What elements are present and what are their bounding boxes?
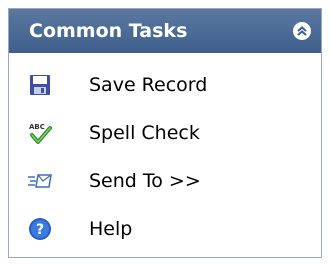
help-link[interactable]: ? Help [9,205,321,253]
help-label: Help [89,218,133,240]
common-tasks-panel: Common Tasks Save Record ABC Spell Check… [8,8,322,258]
svg-text:ABC: ABC [29,123,45,131]
task-list: Save Record ABC Spell Check Send To >> ?… [9,53,321,253]
save-record-label: Save Record [89,74,208,96]
collapse-button[interactable] [293,22,311,40]
floppy-disk-icon [27,72,53,98]
send-to-link[interactable]: Send To >> [9,157,321,205]
spell-check-icon: ABC [27,120,53,146]
svg-text:?: ? [36,222,44,238]
spell-check-label: Spell Check [89,122,200,144]
help-icon: ? [27,216,53,242]
spell-check-link[interactable]: ABC Spell Check [9,109,321,157]
panel-title: Common Tasks [29,20,188,42]
panel-header: Common Tasks [9,9,321,53]
double-chevron-up-icon [297,26,307,36]
send-to-icon [27,168,53,194]
save-record-link[interactable]: Save Record [9,61,321,109]
send-to-label: Send To >> [89,170,201,192]
